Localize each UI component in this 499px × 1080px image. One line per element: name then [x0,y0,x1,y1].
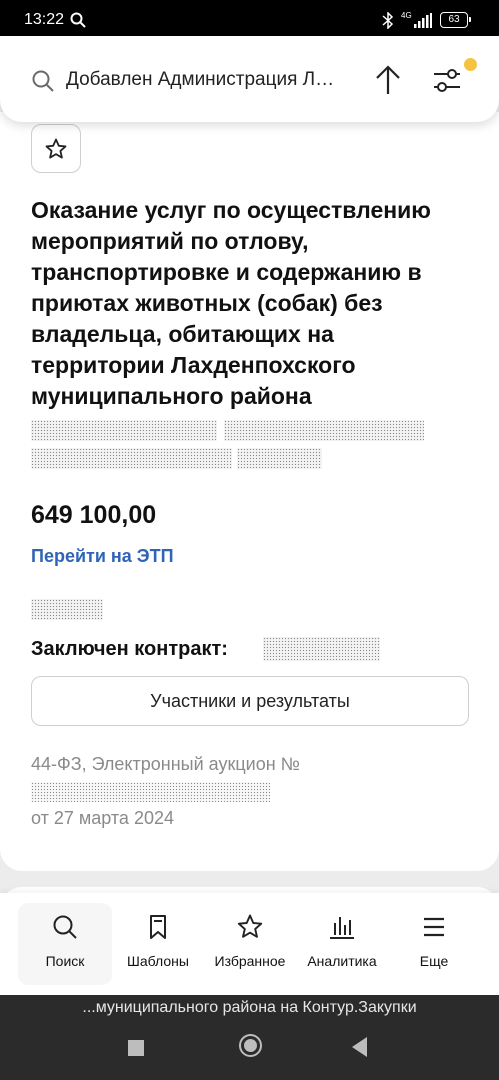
redacted-customer-name [31,448,232,469]
status-bar: 13:22 4G 63 [0,0,499,40]
search-icon [53,915,77,939]
filter-sliders-icon[interactable] [432,66,466,96]
lot-price: 649 100,00 [31,501,157,529]
nav-item-favorites[interactable]: Избранное [204,903,296,985]
participants-results-button[interactable]: Участники и результаты [31,676,469,726]
search-header: Добавлен Администрация Лахденпохского му… [0,36,499,122]
favorite-button[interactable] [31,124,81,173]
redacted-customer-name [224,420,424,441]
signal-icon [414,13,432,28]
redacted-status [31,599,103,620]
search-input[interactable]: Добавлен Администрация Лахденпохского му… [66,69,338,91]
network-type-label: 4G [401,11,412,20]
lot-title[interactable]: Оказание услуг по осуществлению мероприя… [31,195,471,412]
bluetooth-icon [382,12,394,29]
redacted-contract-value [263,637,380,661]
nav-label: Еще [419,953,449,969]
nav-item-analytics[interactable]: Аналитика [296,903,388,985]
recent-apps-square-icon[interactable] [128,1040,144,1056]
bookmark-icon [150,915,166,939]
status-search-icon [70,12,86,28]
nav-item-templates[interactable]: Шаблоны [112,903,204,985]
status-time: 13:22 [24,11,65,28]
redacted-customer-name [237,448,322,469]
procurement-date: от 27 марта 2024 [31,808,174,828]
contract-label: Заключен контракт: [31,638,228,660]
search-icon [32,70,54,92]
bottom-navigation: Поиск Шаблоны Избранное Аналитика Еще [0,893,499,995]
chart-icon [330,917,354,939]
etp-link[interactable]: Перейти на ЭТП [31,546,174,567]
procurement-type: 44-ФЗ, Электронный аукцион № [31,754,300,774]
sort-arrow-up-icon[interactable] [374,64,402,96]
menu-icon [424,917,444,937]
nav-label: Шаблоны [127,953,189,969]
battery-icon: 63 [440,12,471,28]
page-caption: ...муниципального района на Контур.Закуп… [82,999,417,1016]
system-caption-bar: ...муниципального района на Контур.Закуп… [0,995,499,1080]
redacted-procurement-number [31,782,270,802]
tender-card: Оказание услуг по осуществлению мероприя… [0,112,499,871]
star-icon [45,138,67,158]
nav-label: Избранное [214,953,286,969]
nav-label: Поиск [45,953,85,969]
nav-item-more[interactable]: Еще [388,903,480,985]
star-icon [237,914,263,938]
filter-active-dot [464,58,477,71]
nav-item-search[interactable]: Поиск [18,903,112,985]
nav-label: Аналитика [307,953,377,969]
home-circle-icon[interactable] [239,1034,262,1057]
redacted-customer-name [31,420,217,441]
back-triangle-icon[interactable] [352,1037,368,1057]
